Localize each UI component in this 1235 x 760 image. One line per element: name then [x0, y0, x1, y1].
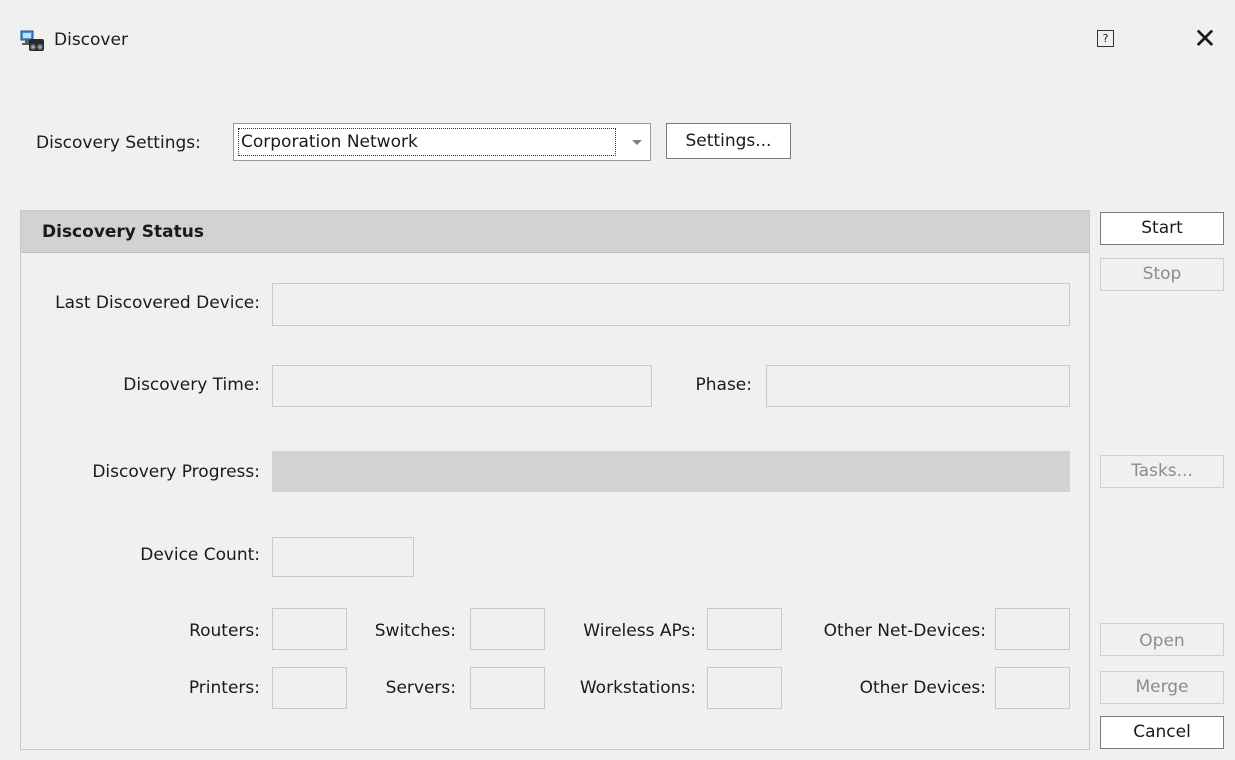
- device-count-label: Device Count:: [140, 545, 260, 565]
- discovery-status-title: Discovery Status: [42, 222, 204, 242]
- cancel-button[interactable]: Cancel: [1100, 716, 1224, 749]
- switches-field: [470, 608, 545, 650]
- settings-button[interactable]: Settings...: [666, 123, 791, 159]
- tasks-button[interactable]: Tasks...: [1100, 455, 1224, 488]
- discovery-time-label: Discovery Time:: [123, 375, 260, 395]
- merge-button[interactable]: Merge: [1100, 671, 1224, 704]
- discovery-progress-bar: [272, 451, 1070, 492]
- last-device-field: [272, 283, 1070, 326]
- printers-field: [272, 667, 347, 709]
- servers-label: Servers:: [385, 678, 456, 698]
- other-net-devices-field: [995, 608, 1070, 650]
- discovery-settings-select[interactable]: Corporation Network: [233, 123, 651, 161]
- discovery-time-field: [272, 365, 652, 407]
- start-button[interactable]: Start: [1100, 212, 1224, 245]
- wireless-aps-label: Wireless APs:: [583, 621, 696, 641]
- routers-field: [272, 608, 347, 650]
- other-devices-field: [995, 667, 1070, 709]
- discovery-status-header: Discovery Status: [21, 211, 1089, 253]
- switches-label: Switches:: [374, 621, 456, 641]
- other-net-devices-label: Other Net-Devices:: [823, 621, 986, 641]
- phase-label: Phase:: [695, 375, 753, 395]
- network-discover-icon: [20, 28, 46, 54]
- discovery-settings-value: Corporation Network: [238, 128, 616, 156]
- other-devices-label: Other Devices:: [859, 678, 986, 698]
- workstations-label: Workstations:: [579, 678, 696, 698]
- printers-label: Printers:: [188, 678, 260, 698]
- discovery-progress-label: Discovery Progress:: [92, 462, 260, 482]
- open-button[interactable]: Open: [1100, 623, 1224, 656]
- last-device-label: Last Discovered Device:: [55, 293, 260, 313]
- window-title: Discover: [54, 30, 128, 50]
- help-icon[interactable]: ?: [1097, 30, 1114, 47]
- stop-button[interactable]: Stop: [1100, 258, 1224, 291]
- servers-field: [470, 667, 545, 709]
- discovery-settings-label: Discovery Settings:: [36, 133, 201, 153]
- close-icon[interactable]: ✕: [1190, 22, 1220, 56]
- chevron-down-icon[interactable]: [632, 140, 642, 145]
- device-count-field: [272, 537, 414, 577]
- routers-label: Routers:: [189, 621, 260, 641]
- phase-field: [766, 365, 1070, 407]
- workstations-field: [707, 667, 782, 709]
- wireless-aps-field: [707, 608, 782, 650]
